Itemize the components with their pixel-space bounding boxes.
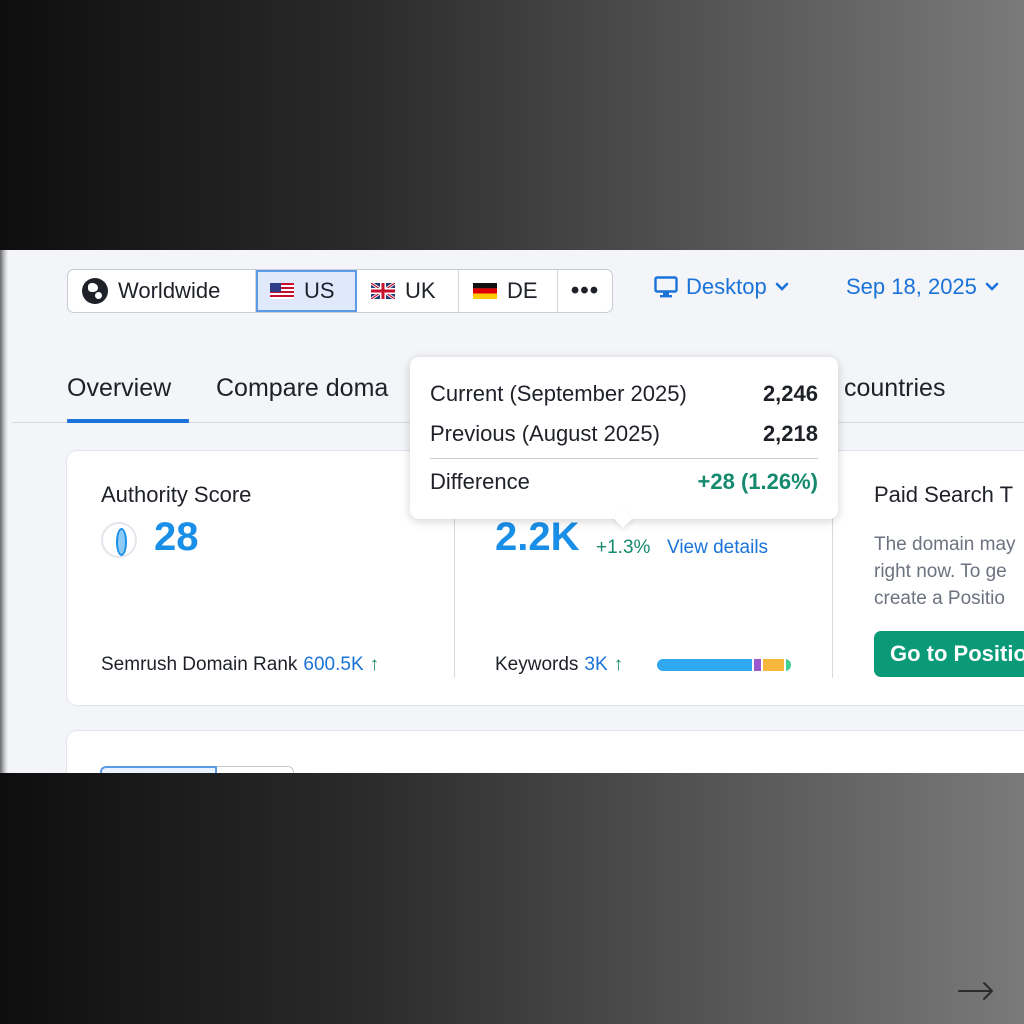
keyword-bar-segment	[785, 659, 791, 671]
paid-text-line: right now. To ge	[874, 561, 1007, 582]
tooltip-difference-row: Difference +28 (1.26%)	[430, 469, 818, 495]
tooltip-current-value: 2,246	[762, 381, 818, 406]
secondary-tab-active[interactable]	[100, 766, 217, 773]
more-regions-button[interactable]: •••	[558, 270, 612, 312]
region-de-button[interactable]: DE	[459, 270, 558, 312]
authority-score-value[interactable]: 28	[154, 515, 199, 560]
us-flag-icon	[270, 283, 294, 299]
region-worldwide-button[interactable]: Worldwide	[68, 270, 256, 312]
de-flag-icon	[473, 283, 497, 299]
tab-overview[interactable]: Overview	[67, 374, 171, 403]
tooltip-difference-value: +28 (1.26%)	[697, 469, 818, 494]
keywords-value[interactable]: 3K	[584, 654, 607, 675]
keyword-bar-segment	[762, 659, 784, 671]
region-us-button[interactable]: US	[256, 270, 357, 312]
domain-rank-value[interactable]: 600.5K	[303, 654, 363, 675]
keyword-distribution-bar[interactable]	[657, 659, 791, 671]
secondary-card	[67, 731, 1024, 773]
tooltip-previous-row: Previous (August 2025) 2,218	[430, 421, 818, 447]
organic-traffic-value[interactable]: 2.2K	[495, 515, 580, 560]
region-worldwide-label: Worldwide	[118, 278, 221, 303]
region-de-label: DE	[507, 278, 538, 303]
date-label: Sep 18, 2025	[846, 274, 977, 299]
view-details-link[interactable]: View details	[667, 537, 768, 559]
authority-score-icon	[101, 522, 137, 558]
tooltip-previous-label: Previous (August 2025)	[430, 421, 660, 446]
keyword-bar-segment	[754, 659, 761, 671]
uk-flag-icon	[371, 283, 395, 299]
tooltip-current-label: Current (September 2025)	[430, 381, 687, 406]
tooltip-separator	[430, 458, 818, 459]
keyword-bar-segment	[657, 659, 753, 671]
monitor-icon	[654, 276, 678, 298]
paid-search-description: The domain may right now. To ge create a…	[874, 531, 1016, 612]
tab-countries[interactable]: countries	[844, 374, 945, 403]
domain-rank-label: Semrush Domain Rank	[101, 654, 298, 675]
chevron-down-icon	[985, 282, 999, 291]
region-uk-label: UK	[405, 278, 436, 303]
region-us-label: US	[304, 278, 335, 303]
tooltip-difference-label: Difference	[430, 469, 530, 494]
go-to-position-tracking-button[interactable]: Go to Positio	[874, 631, 1024, 677]
tooltip-current-row: Current (September 2025) 2,246	[430, 381, 818, 407]
paid-text-line: The domain may	[874, 534, 1016, 555]
tooltip-previous-value: 2,218	[762, 421, 818, 446]
organic-traffic-change: +1.3%	[596, 537, 651, 558]
active-tab-indicator	[67, 419, 189, 423]
app-screenshot: Worldwide US UK DE ••• Desktop Sep 18, 2…	[0, 250, 1024, 773]
authority-score-label: Authority Score	[101, 482, 252, 507]
arrow-up-icon: ↑	[369, 654, 380, 675]
globe-icon	[82, 278, 108, 304]
secondary-tab[interactable]	[217, 766, 294, 773]
keywords: Keywords 3K ↑	[495, 654, 623, 676]
paid-text-line: create a Positio	[874, 588, 1005, 609]
region-selector: Worldwide US UK DE •••	[67, 269, 613, 313]
device-label: Desktop	[686, 274, 767, 299]
keywords-label: Keywords	[495, 654, 579, 675]
device-dropdown[interactable]: Desktop	[654, 274, 789, 300]
region-uk-button[interactable]: UK	[357, 270, 459, 312]
date-dropdown[interactable]: Sep 18, 2025	[846, 274, 999, 300]
arrow-up-icon: ↑	[613, 654, 624, 675]
paid-search-title: Paid Search T	[874, 482, 1014, 507]
tab-compare-domains[interactable]: Compare doma	[216, 374, 388, 403]
left-edge-shadow	[0, 250, 8, 773]
more-dots-icon: •••	[570, 277, 600, 304]
domain-rank: Semrush Domain Rank 600.5K ↑	[101, 654, 379, 676]
chevron-down-icon	[775, 282, 789, 291]
traffic-tooltip: Current (September 2025) 2,246 Previous …	[410, 357, 838, 528]
arrow-right-icon[interactable]	[958, 978, 996, 1004]
